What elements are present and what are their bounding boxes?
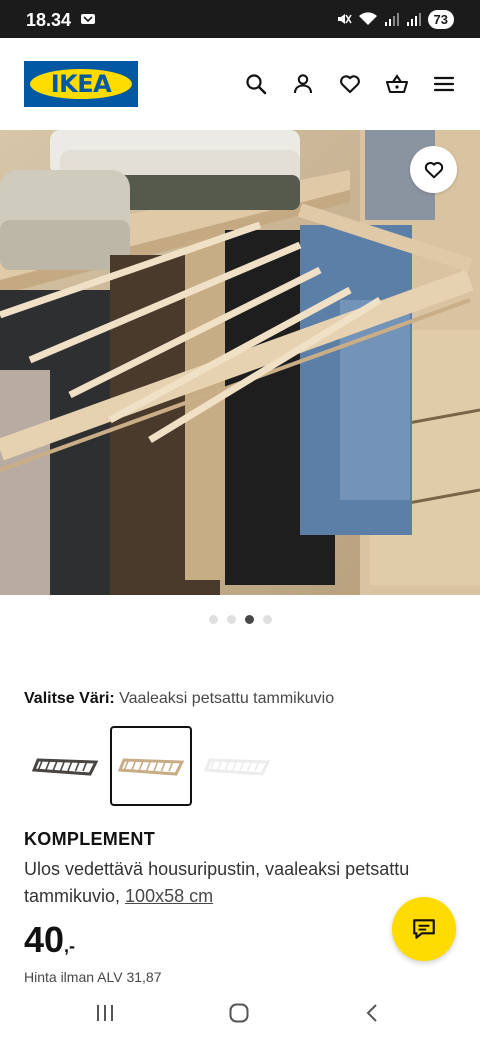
- basket-icon[interactable]: [385, 72, 409, 96]
- search-icon[interactable]: [244, 72, 268, 96]
- color-value: Vaaleaksi petsattu tammikuvio: [119, 690, 335, 707]
- pant-hanger-thumbnail: [204, 758, 270, 776]
- color-variant-swatch[interactable]: [196, 726, 278, 806]
- header: IKEA: [0, 38, 480, 130]
- heart-icon[interactable]: [338, 72, 362, 96]
- product-name: KOMPLEMENT: [24, 829, 155, 849]
- logo-text: IKEA: [50, 70, 112, 98]
- message-icon: [81, 14, 95, 24]
- wifi-icon: [358, 12, 377, 25]
- product-photo: [0, 130, 480, 595]
- product-description-text: Ulos vedettävä housuripustin, vaaleaksi …: [24, 859, 410, 906]
- carousel-dot[interactable]: [226, 615, 236, 624]
- color-variants: [24, 726, 282, 806]
- carousel-dot[interactable]: [262, 615, 272, 624]
- price-suffix: ,-: [64, 936, 76, 956]
- status-time: 18.34: [26, 10, 72, 30]
- favourite-button[interactable]: [410, 146, 457, 193]
- color-variant-swatch[interactable]: [110, 726, 192, 806]
- price: 40,-: [24, 920, 75, 960]
- home-icon[interactable]: [228, 1002, 250, 1024]
- ikea-logo[interactable]: IKEA: [24, 61, 138, 107]
- system-nav-bar: [0, 990, 480, 1041]
- price-excl-vat: Hinta ilman ALV 31,87: [24, 969, 162, 985]
- carousel-dot[interactable]: [208, 615, 218, 624]
- product-image[interactable]: [0, 130, 480, 595]
- back-icon[interactable]: [362, 1002, 384, 1024]
- pant-hanger-thumbnail: [32, 758, 98, 776]
- pant-hanger-thumbnail: [118, 758, 184, 776]
- recent-apps-icon[interactable]: [94, 1002, 116, 1024]
- color-label: Valitse Väri:: [24, 690, 115, 707]
- signal-icon: [406, 13, 421, 26]
- battery-badge: 73: [427, 9, 454, 29]
- status-bar: 18.34 73: [0, 0, 480, 38]
- heart-icon: [424, 161, 443, 178]
- menu-icon[interactable]: [432, 72, 456, 96]
- chat-button[interactable]: [392, 897, 456, 961]
- chat-icon: [413, 919, 435, 939]
- size-link[interactable]: 100x58 cm: [125, 886, 213, 906]
- carousel-dots: [0, 615, 480, 624]
- signal-icon: [384, 13, 399, 26]
- color-selector-label: Valitse Väri: Vaaleaksi petsattu tammiku…: [24, 689, 334, 709]
- color-variant-swatch[interactable]: [24, 726, 106, 806]
- price-integer: 40: [24, 919, 65, 960]
- account-icon[interactable]: [291, 72, 315, 96]
- mute-icon: [337, 14, 352, 24]
- product-description: Ulos vedettävä housuripustin, vaaleaksi …: [24, 856, 454, 910]
- carousel-dot[interactable]: [244, 615, 254, 624]
